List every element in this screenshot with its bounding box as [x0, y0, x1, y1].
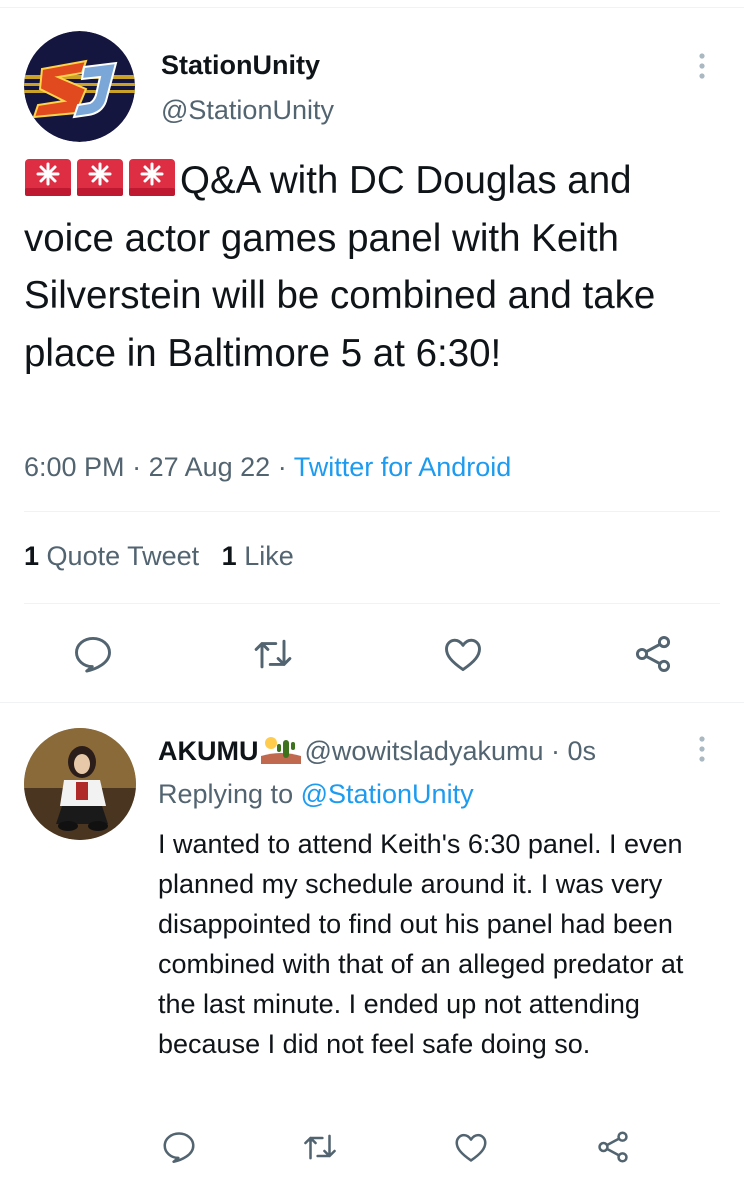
like-icon[interactable]	[441, 632, 485, 676]
meta-separator: ·	[543, 736, 568, 766]
rotating-light-icon	[128, 157, 176, 197]
author-name[interactable]: StationUnity	[161, 50, 320, 81]
reply-author-name[interactable]: AKUMU	[158, 736, 259, 766]
tweet-date[interactable]: 27 Aug 22	[149, 452, 271, 482]
like-count: 1	[221, 541, 237, 571]
more-options-icon[interactable]	[690, 733, 714, 765]
station-unity-avatar[interactable]	[24, 31, 135, 142]
replying-mention[interactable]: @StationUnity	[301, 779, 474, 809]
divider	[24, 603, 720, 604]
tweet-body: Q&A with DC Douglas and voice actor game…	[24, 152, 724, 382]
rotating-light-icon	[24, 157, 72, 197]
reply-text: I wanted to attend Keith's 6:30 panel. I…	[158, 829, 684, 1059]
like-icon[interactable]	[452, 1128, 490, 1166]
quote-label: Quote Tweet	[46, 541, 200, 571]
reply-icon[interactable]	[71, 632, 115, 676]
reply-icon[interactable]	[160, 1128, 198, 1166]
like-label: Like	[244, 541, 294, 571]
quote-tweets-stat[interactable]: 1 Quote Tweet	[24, 541, 199, 571]
replying-prefix: Replying to	[158, 779, 301, 809]
more-options-icon[interactable]	[690, 50, 714, 82]
tweet-metadata: 6:00 PM · 27 Aug 22 · Twitter for Androi…	[24, 452, 511, 483]
akumu-avatar[interactable]	[24, 728, 136, 840]
share-icon[interactable]	[631, 632, 675, 676]
share-icon[interactable]	[594, 1128, 632, 1166]
reply-header: AKUMU @wowitsladyakumu · 0s	[158, 734, 596, 767]
divider	[24, 511, 720, 512]
meta-separator: ·	[124, 452, 149, 482]
reply-age[interactable]: 0s	[568, 736, 597, 766]
author-handle[interactable]: @StationUnity	[161, 95, 334, 126]
replying-to: Replying to @StationUnity	[158, 779, 474, 810]
meta-separator: ·	[270, 452, 294, 482]
rotating-light-icon	[76, 157, 124, 197]
likes-stat[interactable]: 1 Like	[222, 541, 294, 571]
top-border	[0, 0, 744, 8]
retweet-icon[interactable]	[251, 632, 295, 676]
tweet-stats: 1 Quote Tweet 1 Like	[24, 541, 294, 572]
tweet-time[interactable]: 6:00 PM	[24, 452, 125, 482]
quote-count: 1	[24, 541, 40, 571]
desert-cactus-icon	[260, 734, 301, 764]
tweet-source[interactable]: Twitter for Android	[294, 452, 512, 482]
retweet-icon[interactable]	[301, 1128, 339, 1166]
reply-author-handle[interactable]: @wowitsladyakumu	[305, 736, 544, 766]
tweet-separator	[0, 702, 744, 703]
